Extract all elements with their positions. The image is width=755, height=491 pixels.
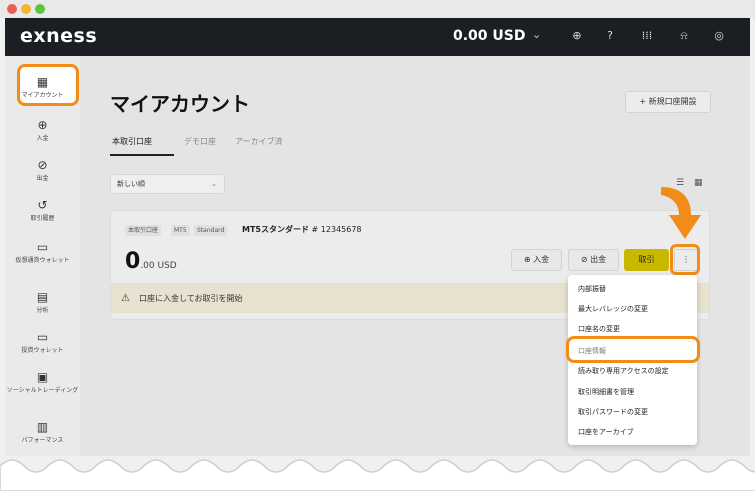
withdraw-icon: ⊘ (580, 255, 588, 264)
menu-item-change-password[interactable]: 取引パスワードの変更 (578, 407, 648, 417)
menu-item-change-leverage[interactable]: 最大レバレッジの変更 (578, 304, 648, 314)
active-tab-indicator (110, 154, 174, 156)
torn-edge-divider (0, 459, 755, 491)
tab-demo[interactable]: デモ口座 (184, 136, 216, 147)
sidebar-item-history[interactable]: ↺ 取引履歴 (5, 198, 80, 223)
bell-icon[interactable]: ⍾ (677, 29, 691, 43)
social-trading-icon: ▣ (36, 370, 49, 384)
sidebar-item-crypto-wallet[interactable]: ▭ 仮想通貨ウォレット (5, 240, 80, 265)
trade-button[interactable]: 取引 (624, 249, 669, 271)
top-navigation: exness 0.00 USD ⌄ ⊕ ? ⁞⁞⁞ ⍾ ◎ (5, 18, 750, 56)
sidebar-item-my-account[interactable]: ▦ マイアカウント (5, 75, 80, 100)
menu-item-archive-account[interactable]: 口座をアーカイブ (578, 427, 634, 437)
dashboard-icon: ▦ (36, 75, 49, 89)
balance-display[interactable]: 0.00 USD (453, 28, 526, 44)
chevron-down-icon: ⌄ (211, 180, 217, 188)
window: exness 0.00 USD ⌄ ⊕ ? ⁞⁞⁞ ⍾ ◎ ▦ マイアカウント … (0, 0, 755, 491)
analytics-icon: ▤ (36, 290, 49, 304)
close-window-button[interactable] (7, 4, 17, 14)
pointer-arrow-icon (661, 187, 701, 239)
help-icon[interactable]: ? (603, 29, 617, 43)
exness-logo[interactable]: exness (20, 25, 97, 47)
account-name: MT5スタンダード # 12345678 (242, 225, 362, 234)
history-icon: ↺ (37, 198, 48, 212)
menu-item-rename-account[interactable]: 口座名の変更 (578, 324, 620, 334)
sidebar-item-performance[interactable]: ▥ パフォーマンス (5, 420, 80, 445)
invest-wallet-icon: ▭ (36, 330, 49, 344)
sidebar-item-analytics[interactable]: ▤ 分析 (5, 290, 80, 315)
warning-icon: ⚠ (121, 293, 130, 304)
deposit-icon: ⊕ (523, 255, 531, 264)
performance-icon: ▥ (36, 420, 49, 434)
sort-select[interactable]: 新しい順 ⌄ (110, 174, 225, 194)
account-balance: 0.00 USD (125, 249, 177, 274)
deposit-button[interactable]: ⊕ 入金 (511, 249, 562, 271)
title-bar (0, 0, 755, 18)
deposit-icon: ⊕ (37, 118, 48, 132)
new-account-button[interactable]: + 新規口座開設 (625, 91, 711, 113)
crypto-wallet-icon: ▭ (36, 240, 49, 254)
tab-real[interactable]: 本取引口座 (112, 136, 152, 147)
withdraw-icon: ⊘ (37, 158, 48, 172)
minimize-window-button[interactable] (21, 4, 31, 14)
withdraw-button[interactable]: ⊘ 出金 (568, 249, 619, 271)
sidebar-item-withdraw[interactable]: ⊘ 出金 (5, 158, 80, 183)
sidebar-item-social-trading[interactable]: ▣ ソーシャルトレーディング (5, 370, 80, 395)
menu-item-internal-transfer[interactable]: 内部振替 (578, 284, 606, 294)
globe-icon[interactable]: ⊕ (570, 29, 584, 43)
sidebar-item-invest-wallet[interactable]: ▭ 投資ウォレット (5, 330, 80, 355)
user-icon[interactable]: ◎ (712, 29, 726, 43)
sidebar: ▦ マイアカウント ⊕ 入金 ⊘ 出金 ↺ 取引履歴 ▭ 仮想通貨ウォレット ▤… (5, 56, 80, 456)
sidebar-item-deposit[interactable]: ⊕ 入金 (5, 118, 80, 143)
plan-badge: Standard (194, 225, 228, 236)
platform-badge: MT5 (171, 225, 190, 236)
tab-archived[interactable]: アーカイブ済 (235, 136, 283, 147)
page-title: マイアカウント (110, 92, 250, 116)
maximize-window-button[interactable] (35, 4, 45, 14)
menu-item-read-only-access[interactable]: 読み取り専用アクセスの設定 (578, 366, 669, 376)
apps-grid-icon[interactable]: ⁞⁞⁞ (640, 29, 654, 43)
chevron-down-icon[interactable]: ⌄ (532, 28, 541, 41)
account-info-highlight (566, 336, 700, 363)
more-button-highlight (670, 244, 700, 275)
account-type-badge: 本取引口座 (125, 225, 162, 236)
menu-item-statements[interactable]: 取引明細書を管理 (578, 387, 634, 397)
